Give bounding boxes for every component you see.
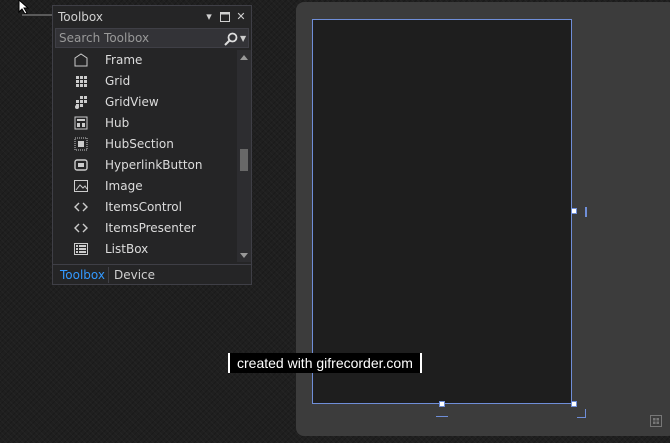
toolbox-item-label: Frame — [105, 53, 143, 67]
toolbox-item-gridview[interactable]: GridView — [53, 92, 237, 113]
toolbox-item-hyperlinkbutton[interactable]: HyperlinkButton — [53, 155, 237, 176]
toolbox-item-hubsection[interactable]: HubSection — [53, 134, 237, 155]
toolbox-item-label: ItemsPresenter — [105, 221, 196, 235]
image-icon — [74, 180, 88, 192]
toolbox-item-label: GridView — [105, 95, 159, 109]
scroll-up-arrow-icon[interactable] — [240, 55, 248, 60]
corner-marker — [577, 409, 586, 418]
scroll-down-arrow-icon[interactable] — [240, 253, 248, 258]
toolbox-item-label: ListBox — [105, 242, 149, 256]
windows-logo-icon[interactable] — [650, 415, 662, 427]
toolbox-item-label: Image — [105, 179, 143, 193]
toolbox-item-label: Grid — [105, 74, 131, 88]
mouse-cursor-icon — [18, 0, 30, 14]
page-design-frame[interactable] — [312, 19, 577, 407]
listbox-icon — [74, 243, 88, 255]
toolbox-item-image[interactable]: Image — [53, 176, 237, 197]
ruler-marker — [436, 416, 448, 417]
chevron-down-icon[interactable]: ▼ — [240, 32, 248, 46]
tab-toolbox[interactable]: Toolbox — [55, 267, 110, 283]
scrollbar-thumb[interactable] — [240, 149, 248, 171]
gridview-icon — [75, 96, 87, 109]
toolbox-title: Toolbox — [58, 10, 103, 24]
toolbox-item-grid[interactable]: Grid — [53, 71, 237, 92]
toolbox-titlebar[interactable]: Toolbox ▾ ✕ — [53, 6, 251, 28]
frame-icon — [74, 53, 88, 67]
ruler-marker — [585, 207, 587, 217]
toolbox-item-label: Hub — [105, 116, 130, 130]
maximize-icon[interactable] — [219, 10, 231, 24]
toolbox-item-itemscontrol[interactable]: ItemsControl — [53, 197, 237, 218]
search-input[interactable] — [59, 30, 219, 46]
toolbox-item-label: ItemsControl — [105, 200, 182, 214]
toolbox-item-label: HyperlinkButton — [105, 158, 203, 172]
resize-handle-corner[interactable] — [571, 401, 577, 407]
toolbox-search-box[interactable]: ▼ — [55, 28, 249, 48]
hyperlinkbutton-icon — [74, 159, 88, 171]
watermark-label: created with gifrecorder.com — [228, 353, 422, 373]
resize-handle-bottom[interactable] — [439, 401, 445, 407]
toolbox-item-hub[interactable]: Hub — [53, 113, 237, 134]
code-brackets-icon — [74, 202, 88, 212]
tab-device[interactable]: Device — [108, 267, 160, 283]
code-brackets-icon — [74, 223, 88, 233]
grid-icon — [76, 76, 87, 87]
toolbox-item-itemspresenter[interactable]: ItemsPresenter — [53, 218, 237, 239]
toolbox-item-label: HubSection — [105, 137, 174, 151]
resize-handle-right[interactable] — [571, 208, 577, 214]
toolbox-tab-strip: Toolbox Device — [53, 264, 251, 284]
search-icon[interactable] — [224, 32, 238, 46]
toolbox-panel: Toolbox ▾ ✕ ▼ Frame Grid — [52, 5, 252, 285]
dropdown-arrow-icon[interactable]: ▾ — [203, 10, 215, 24]
toolbox-item-list: Frame Grid GridView Hub HubSection Hyper… — [53, 50, 237, 262]
toolbox-scrollbar[interactable] — [237, 50, 251, 262]
hub-icon — [74, 116, 88, 130]
toolbox-item-frame[interactable]: Frame — [53, 50, 237, 71]
toolbox-item-listbox[interactable]: ListBox — [53, 239, 237, 260]
hubsection-icon — [74, 137, 88, 151]
close-icon[interactable]: ✕ — [235, 10, 247, 24]
